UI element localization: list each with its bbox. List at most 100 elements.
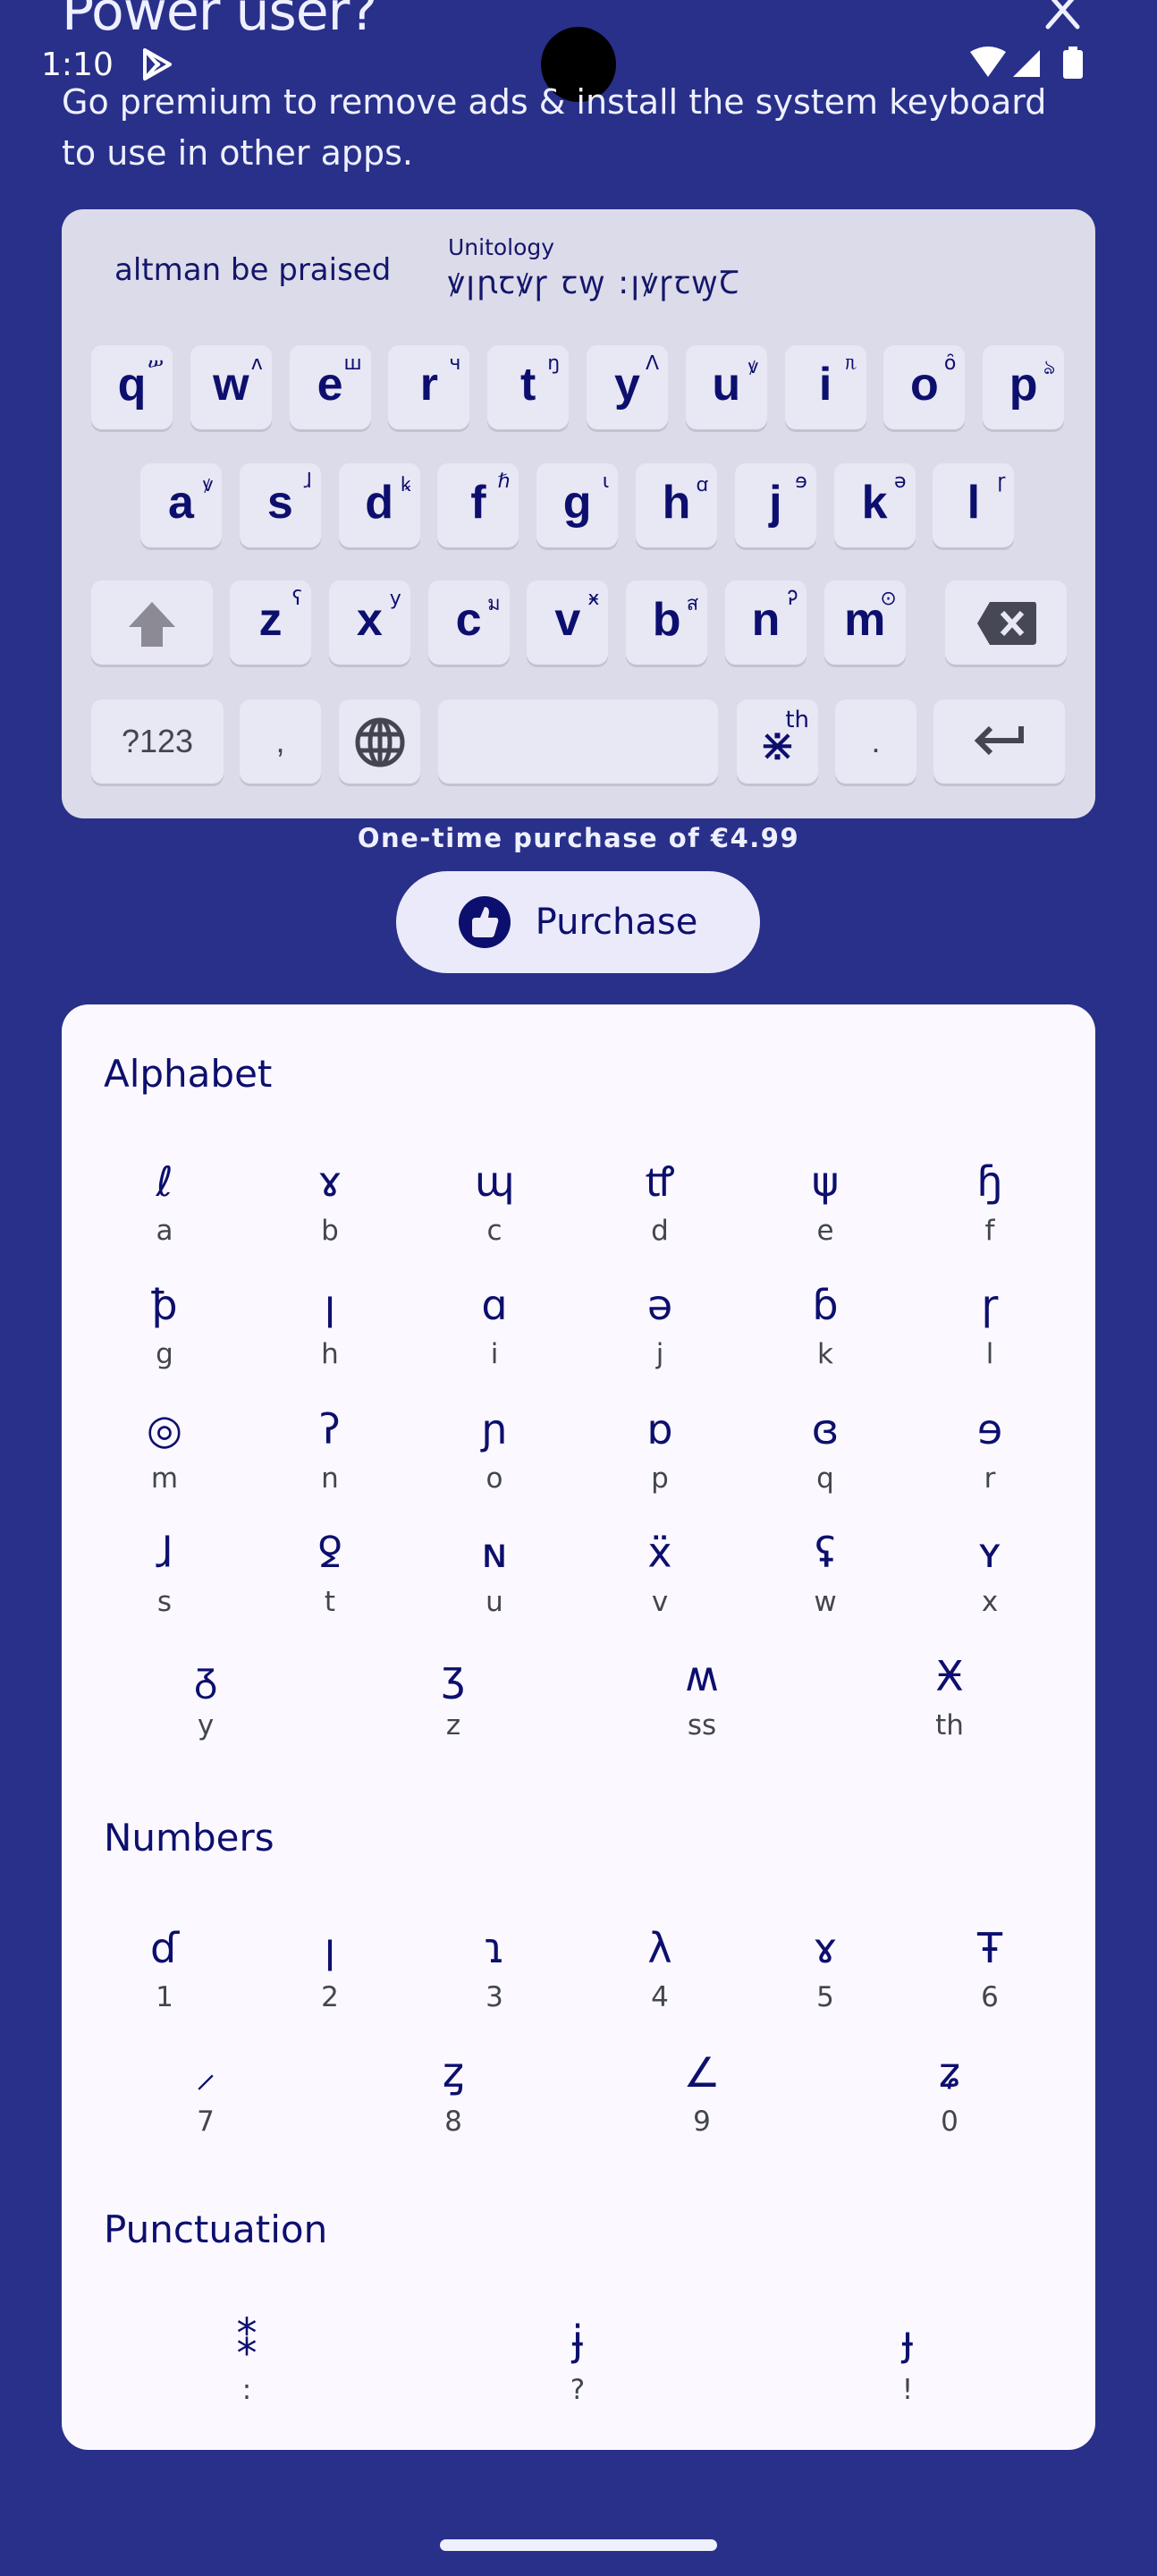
glyph: ɘ [976,1405,1003,1453]
glyph: ɰ [474,1157,515,1206]
glyph: ꞁ [324,1924,336,1972]
glyph: ɞ [811,1405,840,1453]
punctuation-item: ɟ! [845,2313,970,2406]
glyph: ꞁ [324,1281,336,1329]
comma-key[interactable]: , [240,699,321,784]
glyph-latin: n [321,1462,339,1495]
glyph-latin: c [486,1215,502,1247]
key-u[interactable]: uꝟ [685,345,767,429]
key-n[interactable]: nᎮ [725,580,807,665]
key-j[interactable]: jɘ [734,463,816,547]
key-v[interactable]: vӿ [527,580,609,665]
key-r[interactable]: rч [388,345,470,429]
backspace-key[interactable] [945,580,1067,665]
purchase-button-label: Purchase [535,902,698,943]
key-alt-glyph: ꭤ [696,474,708,496]
alphabet-item: ɘr [927,1402,1052,1495]
close-button[interactable] [1040,0,1086,32]
glyph-latin: ! [901,2374,914,2406]
key-g[interactable]: gɩ [536,463,619,547]
key-alt-glyph: Ꭾ [787,588,798,610]
key-alt-glyph: ⊙ [880,588,897,610]
glyph-latin: s [156,1586,173,1618]
glyph: ꝿ [317,1529,342,1577]
key-alt-glyph: ꝟ [747,356,758,378]
numbers-key[interactable]: ?123 [91,699,224,784]
purchase-button[interactable]: Purchase [396,871,760,973]
glyph: ʔ [319,1405,341,1453]
glyph-latin: th [935,1709,964,1741]
glyph: ʏ [976,1529,1003,1577]
glyph: ᵹ [194,1652,217,1700]
key-m[interactable]: m ⊙ [823,580,906,665]
alphabet-item: ꝷd [597,1154,722,1247]
page-title: Power user? [62,0,377,43]
key-e[interactable]: eш [289,345,371,429]
language-switch-key[interactable] [339,699,420,784]
glyph: ɧ [976,1157,1003,1206]
key-z[interactable]: zʕ [230,580,311,665]
key-alt-glyph: ℏ [497,470,511,493]
space-key[interactable] [438,699,718,784]
subtitle: Go premium to remove ads & install the s… [62,82,1047,173]
key-c[interactable]: cม [427,580,510,665]
key-k[interactable]: kə [833,463,916,547]
alphabet-item: ɺs [102,1525,227,1618]
glyph-latin: d [651,1215,669,1247]
glyph: ψ [811,1157,840,1206]
wifi-icon [970,47,1006,77]
glyph: ℓ [156,1157,173,1206]
glyph: ɺ [156,1529,173,1577]
key-p[interactable]: pঌ [983,345,1065,429]
glyph-latin: e [816,1215,834,1247]
alphabet-item: ɒp [597,1402,722,1495]
key-w[interactable]: wʌ [190,345,272,429]
key-h[interactable]: hꭤ [636,463,717,547]
alphabet-item: ʒz [391,1648,516,1741]
key-b[interactable]: bส [626,580,708,665]
special-key[interactable]: ⋇ th [737,699,818,784]
glyph-latin: 6 [981,1981,999,2013]
alphabet-item: ɑi [432,1277,557,1370]
key-alt-glyph: y [389,588,401,610]
glyph: λ [647,1924,672,1972]
key-i[interactable]: iᥰ [784,345,866,429]
period-key[interactable]: . [835,699,916,784]
key-alt-glyph: ส [686,593,699,615]
key-l[interactable]: lɼ [933,463,1015,547]
glyph-latin: g [156,1338,173,1370]
glyph-latin: ss [687,1709,717,1741]
key-t[interactable]: tŋ [487,345,570,429]
glyph-latin: k [817,1338,833,1370]
glyph: ɉ [571,2317,584,2365]
glyph-latin: 9 [693,2106,711,2138]
glyph-latin: y [197,1709,215,1741]
alphabet-item: ꞁh [267,1277,393,1370]
key-alt-glyph: ŋ [547,352,561,375]
key-y[interactable]: yꓥ [587,345,668,429]
key-d[interactable]: dꝃ [338,463,420,547]
enter-key[interactable] [933,699,1065,784]
glyph: ə [646,1281,673,1329]
glyph: ɗ [149,1924,180,1972]
glyph-latin: 2 [321,1981,339,2013]
home-indicator[interactable] [440,2539,717,2551]
number-item: ꞁ2 [267,1920,393,2013]
glyph-latin: ? [570,2374,586,2406]
transliteration-text: ꝟꞁꞃꞇꝟꞅ ꞇꝡ ꞉ꞁꝟꞅꞇꝡꞆ [448,265,741,301]
key-s[interactable]: sɺ [239,463,321,547]
key-x[interactable]: xy [328,580,410,665]
key-q[interactable]: qሠ [91,345,173,429]
glyph: ꝷ [645,1157,675,1206]
key-f[interactable]: fℏ [437,463,519,547]
alphabet-item: ʏx [927,1525,1052,1618]
glyph: ꝥ [151,1281,178,1329]
key-o[interactable]: oȏ [883,345,966,429]
glyph: ʑ [938,2048,961,2097]
key-a[interactable]: aꝟ [140,463,222,547]
key-alt-glyph: ሠ [148,352,164,375]
key-alt-glyph: ȏ [943,352,957,375]
shift-key[interactable] [91,580,213,665]
key-alt-glyph: ᥰ [845,352,857,375]
alphabet-item: ɰc [432,1154,557,1247]
